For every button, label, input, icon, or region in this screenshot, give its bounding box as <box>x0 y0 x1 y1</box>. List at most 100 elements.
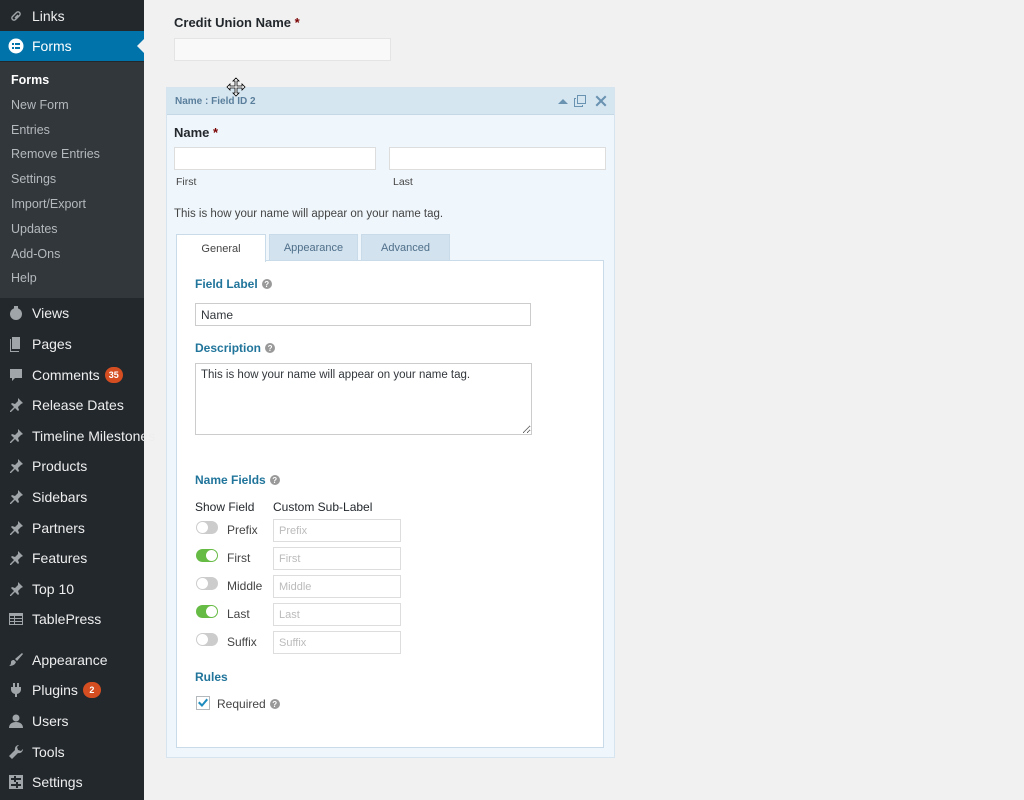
tab-appearance[interactable]: Appearance <box>269 234 358 261</box>
pages-icon <box>8 336 24 352</box>
menu-item-tools[interactable]: Tools <box>0 737 144 767</box>
description-textarea[interactable]: This is how your name will appear on you… <box>195 363 532 435</box>
pin-icon <box>8 458 24 474</box>
toggle-last[interactable] <box>196 605 218 618</box>
menu-label: Products <box>32 458 88 474</box>
help-icon[interactable]: ? <box>269 475 280 485</box>
toggle-knob <box>197 522 208 533</box>
move-cursor-icon <box>226 77 246 97</box>
credit-union-name-input[interactable] <box>174 38 391 61</box>
menu-label: Settings <box>32 774 83 790</box>
pin-icon <box>8 581 24 597</box>
toggle-knob <box>197 634 208 645</box>
menu-item-appearance[interactable]: Appearance <box>0 645 144 675</box>
required-mark: * <box>294 15 300 30</box>
field-label-heading: Field Label ? <box>195 277 272 291</box>
menu-item-pages[interactable]: Pages <box>0 329 144 359</box>
menu-label: TablePress <box>32 611 102 627</box>
menu-item-forms[interactable]: Forms <box>0 31 144 61</box>
submenu-add-ons[interactable]: Add-Ons <box>11 247 60 261</box>
menu-item-views[interactable]: Views <box>0 298 144 328</box>
menu-label: Plugins <box>32 682 78 698</box>
last-name-input[interactable] <box>389 147 606 170</box>
menu-item-settings[interactable]: Settings <box>0 767 144 797</box>
menu-item-sidebars[interactable]: Sidebars <box>0 482 144 512</box>
first-sublabel-input[interactable]: First <box>273 547 401 570</box>
prefix-sublabel-input[interactable]: Prefix <box>273 519 401 542</box>
toggle-suffix[interactable] <box>196 633 218 646</box>
name-field-label: Name * <box>174 125 218 140</box>
submenu-help[interactable]: Help <box>11 271 37 285</box>
name-fields-heading: Name Fields ? <box>195 473 280 487</box>
submenu-remove-entries[interactable]: Remove Entries <box>11 147 100 161</box>
help-icon[interactable]: ? <box>265 343 276 353</box>
delete-icon[interactable] <box>594 94 608 108</box>
submenu-entries[interactable]: Entries <box>11 123 50 137</box>
submenu-import-export[interactable]: Import/Export <box>11 197 86 211</box>
menu-item-features[interactable]: Features <box>0 543 144 573</box>
menu-item-comments[interactable]: Comments 35 <box>0 360 144 390</box>
menu-item-timeline-milestones[interactable]: Timeline Milestones <box>0 421 155 451</box>
last-label: Last <box>227 607 250 621</box>
menu-label: Comments <box>32 367 100 383</box>
active-arrow <box>137 39 144 53</box>
menu-label: Links <box>32 8 65 24</box>
menu-label: Pages <box>32 336 72 352</box>
suffix-sublabel-input[interactable]: Suffix <box>273 631 401 654</box>
submenu-new-form[interactable]: New Form <box>11 98 69 112</box>
menu-label: Users <box>32 713 69 729</box>
toggle-middle[interactable] <box>196 577 218 590</box>
menu-item-products[interactable]: Products <box>0 451 144 481</box>
pin-icon <box>8 489 24 505</box>
tab-advanced[interactable]: Advanced <box>361 234 450 261</box>
menu-label: Views <box>32 305 70 321</box>
menu-item-partners[interactable]: Partners <box>0 513 144 543</box>
credit-union-label-text: Credit Union Name <box>174 15 292 30</box>
menu-label: Sidebars <box>32 489 88 505</box>
last-sublabel: Last <box>393 176 413 188</box>
submenu-settings[interactable]: Settings <box>11 172 56 186</box>
collapse-icon[interactable] <box>556 94 570 108</box>
field-description: This is how your name will appear on you… <box>174 208 444 220</box>
help-icon[interactable]: ? <box>261 279 272 289</box>
forms-icon <box>8 38 24 54</box>
duplicate-icon[interactable] <box>573 94 587 108</box>
prefix-label: Prefix <box>227 523 258 537</box>
menu-label: Forms <box>32 38 72 54</box>
pin-icon <box>8 550 24 566</box>
tab-general[interactable]: General <box>176 234 266 262</box>
menu-label: Partners <box>32 520 85 536</box>
menu-item-links[interactable]: Links <box>0 1 144 31</box>
menu-item-release-dates[interactable]: Release Dates <box>0 390 144 420</box>
menu-item-users[interactable]: Users <box>0 706 144 736</box>
menu-item-tablepress[interactable]: TablePress <box>0 604 144 634</box>
toggle-first[interactable] <box>196 549 218 562</box>
brush-icon <box>8 652 24 668</box>
middle-label: Middle <box>227 579 263 593</box>
toggle-knob <box>206 606 217 617</box>
toggle-prefix[interactable] <box>196 521 218 534</box>
submenu-updates[interactable]: Updates <box>11 222 58 236</box>
first-label: First <box>227 551 251 565</box>
menu-item-plugins[interactable]: Plugins 2 <box>0 675 144 705</box>
required-label: Required ? <box>217 697 280 711</box>
heading-text: Name Fields <box>195 473 266 487</box>
help-icon[interactable]: ? <box>269 699 280 709</box>
menu-item-top-10[interactable]: Top 10 <box>0 574 144 604</box>
middle-sublabel-input[interactable]: Middle <box>273 575 401 598</box>
required-checkbox[interactable] <box>196 696 210 710</box>
heading-text: Description <box>195 341 262 355</box>
field-label-input[interactable]: Name <box>195 303 531 326</box>
description-heading: Description ? <box>195 341 276 355</box>
last-sublabel-input[interactable]: Last <box>273 603 401 626</box>
submenu-forms[interactable]: Forms <box>11 73 49 87</box>
comments-icon <box>8 367 24 383</box>
toggle-knob <box>197 578 208 589</box>
field-label-value: Name <box>201 307 234 322</box>
suffix-label: Suffix <box>227 635 257 649</box>
toggle-knob <box>206 550 217 561</box>
name-label-text: Name <box>174 125 210 140</box>
field-title: Name : Field ID 2 <box>175 96 256 107</box>
first-name-input[interactable] <box>174 147 376 170</box>
heading-text: Field Label <box>195 277 258 291</box>
